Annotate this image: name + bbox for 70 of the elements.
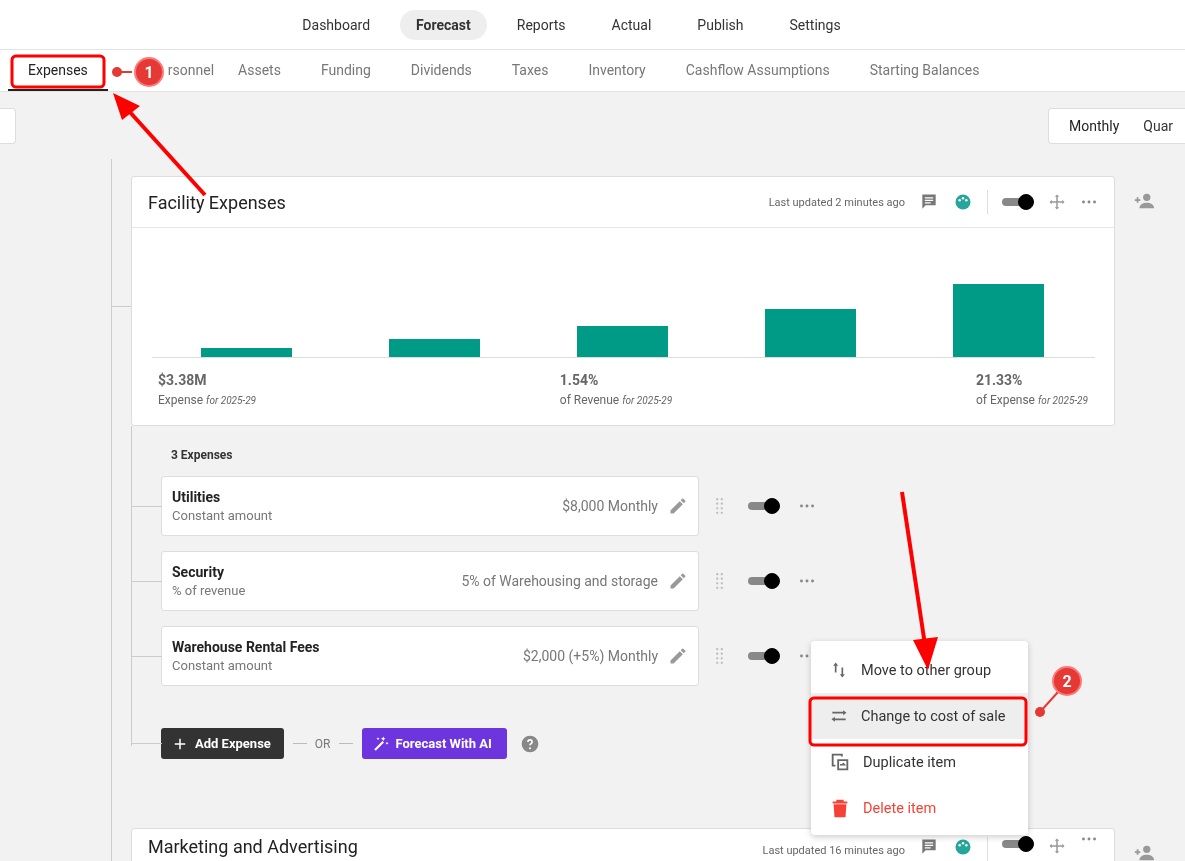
more-icon[interactable] [1082, 200, 1096, 204]
menu-item[interactable]: Delete item [811, 785, 1028, 831]
pencil-icon [668, 496, 688, 516]
more-icon[interactable] [800, 579, 814, 583]
toggle-switch[interactable] [748, 499, 780, 513]
nav-tab[interactable]: Reports [500, 9, 582, 40]
duplicate-icon [829, 751, 851, 773]
last-updated-text: Last updated 16 minutes ago [762, 844, 905, 857]
menu-item[interactable]: Duplicate item [811, 739, 1028, 785]
nav-tab[interactable]: Dashboard [286, 9, 387, 40]
palette-icon [953, 192, 973, 212]
input-field[interactable] [0, 108, 16, 144]
expense-name: Warehouse Rental Fees [172, 639, 321, 655]
toggle-switch[interactable] [748, 574, 780, 588]
leader-line [1035, 691, 1059, 717]
leader-line [112, 67, 133, 77]
expense-amount: $8,000 Monthly [562, 498, 658, 514]
period-option[interactable]: Monthly [1057, 109, 1132, 143]
drag-handle-icon[interactable] [716, 573, 723, 589]
expense-amount: 5% of Warehousing and storage [461, 573, 658, 589]
expense-amount: $2,000 (+5%) Monthly [522, 648, 658, 664]
stat-value: 1.54% [559, 372, 600, 388]
pencil-icon [668, 571, 688, 591]
palette-icon [953, 837, 973, 857]
section-tab[interactable]: Funding [300, 50, 391, 91]
section-tab[interactable]: Assets [218, 50, 301, 91]
pencil-icon [668, 646, 688, 666]
section-tab[interactable]: Starting Balances [849, 50, 1000, 91]
expense-method: % of revenue [172, 583, 247, 598]
expense-row[interactable]: Security % of revenue 5% of Warehousing and storage [161, 551, 699, 611]
nav-tab[interactable]: Settings [773, 9, 857, 40]
nav-tab[interactable]: Forecast [400, 9, 487, 40]
move-icon [1048, 837, 1066, 855]
toggle-switch[interactable] [1002, 195, 1034, 209]
add-expense-button[interactable]: Add Expense [161, 728, 284, 759]
section-tab[interactable]: Cashflow Assumptions [665, 50, 850, 91]
expense-method: Constant amount [172, 508, 274, 523]
menu-item[interactable]: Move to other group [811, 647, 1028, 693]
step-marker: 2 [1052, 666, 1082, 696]
nav-tab[interactable]: Actual [595, 9, 668, 40]
section-tab[interactable]: Taxes [491, 50, 569, 91]
expense-method: Constant amount [172, 658, 274, 673]
help-icon [519, 733, 540, 754]
forecast-ai-button[interactable]: Forecast With AI [361, 728, 507, 759]
stat-value: $3.38M [158, 372, 208, 388]
section-tab[interactable]: Inventory [568, 50, 666, 91]
section-tab[interactable]: Dividends [390, 50, 492, 91]
group-title: Marketing and Advertising [148, 837, 359, 856]
stat-label: of Expense for 2025-29 [975, 393, 1088, 407]
more-icon[interactable] [800, 504, 814, 508]
expense-name: Security [172, 564, 225, 580]
period-option[interactable]: Quar [1131, 109, 1185, 143]
stat-value: 21.33% [975, 372, 1024, 388]
expense-row[interactable]: Warehouse Rental Fees Constant amount $2,000 (+5%) Monthly [161, 626, 699, 686]
stat-label: of Revenue for 2025-29 [559, 393, 673, 407]
toggle-switch[interactable] [1002, 837, 1034, 851]
stat-label: Expense for 2025-29 [158, 393, 257, 407]
nav-tab[interactable]: Publish [681, 9, 760, 40]
group-title: Facility Expenses [148, 191, 287, 213]
expense-name: Utilities [172, 489, 222, 505]
drag-handle-icon[interactable] [716, 498, 723, 514]
more-icon[interactable] [1082, 837, 1096, 841]
toggle-switch[interactable] [748, 649, 780, 663]
drag-handle-icon[interactable] [716, 648, 723, 664]
section-tab[interactable]: Expenses [8, 50, 108, 91]
expense-count: 3 Expenses [170, 447, 234, 464]
expense-row[interactable]: Utilities Constant amount $8,000 Monthly [161, 476, 699, 536]
last-updated-text: Last updated 2 minutes ago [768, 195, 905, 209]
move-icon [1048, 193, 1066, 211]
or-separator: OR [314, 736, 331, 751]
